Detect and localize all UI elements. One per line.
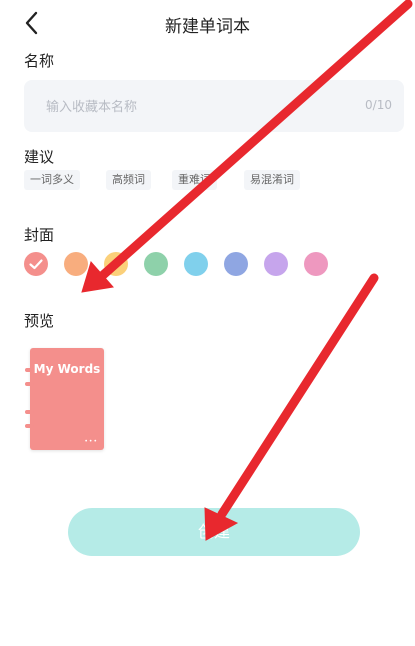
suggestion-chip[interactable]: 重难词 bbox=[172, 170, 217, 190]
cover-color-swatch[interactable] bbox=[264, 252, 288, 276]
suggestion-chip[interactable]: 一词多义 bbox=[24, 170, 80, 190]
name-input[interactable] bbox=[44, 80, 348, 134]
cover-color-swatch[interactable] bbox=[224, 252, 248, 276]
suggest-label: 建议 bbox=[24, 148, 55, 166]
cover-color-swatch[interactable] bbox=[24, 252, 48, 276]
suggestion-chip[interactable]: 高频词 bbox=[106, 170, 151, 190]
annotation-arrow bbox=[217, 273, 379, 519]
preview-label: 预览 bbox=[24, 312, 55, 330]
notebook-title: My Words bbox=[33, 362, 101, 376]
cover-color-swatch[interactable] bbox=[144, 252, 168, 276]
binder-ring bbox=[25, 382, 34, 386]
binder-ring bbox=[25, 424, 34, 428]
name-label: 名称 bbox=[24, 52, 55, 70]
notebook-preview: My Words ••• bbox=[25, 348, 104, 450]
check-icon bbox=[29, 259, 43, 270]
binder-ring bbox=[25, 410, 34, 414]
cover-color-swatch[interactable] bbox=[104, 252, 128, 276]
page-title: 新建单词本 bbox=[165, 17, 250, 37]
suggestion-chip[interactable]: 易混淆词 bbox=[244, 170, 300, 190]
cover-label: 封面 bbox=[24, 226, 55, 244]
create-button[interactable]: 创建 bbox=[68, 508, 360, 556]
cover-color-swatch[interactable] bbox=[304, 252, 328, 276]
name-field[interactable]: 0/10 bbox=[24, 80, 404, 134]
header: 新建单词本 bbox=[0, 0, 415, 46]
cover-color-swatch[interactable] bbox=[64, 252, 88, 276]
notebook-dots: ••• bbox=[84, 438, 98, 445]
cover-color-swatch[interactable] bbox=[184, 252, 208, 276]
char-counter: 0/10 bbox=[365, 98, 392, 112]
